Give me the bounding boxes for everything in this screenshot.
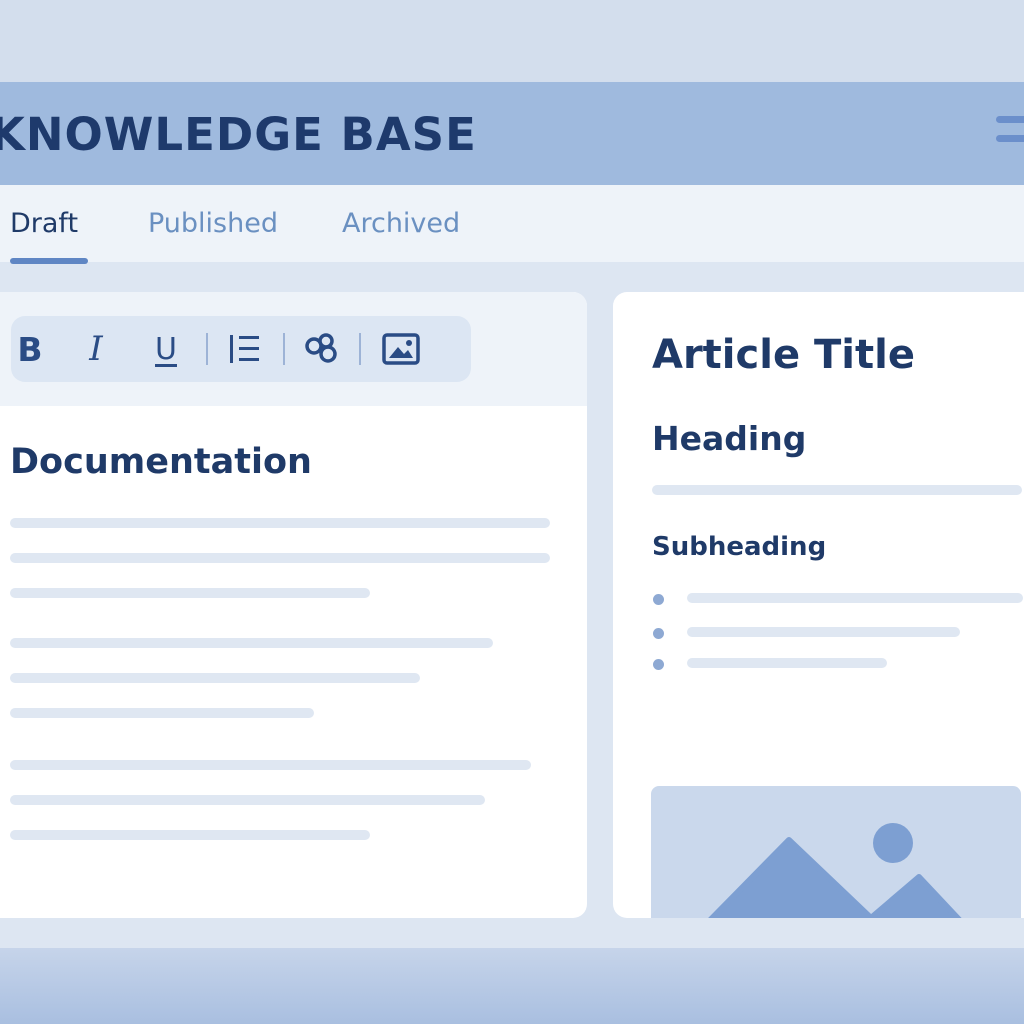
toolbar-separator: [359, 333, 361, 365]
bold-button[interactable]: B: [8, 328, 52, 370]
active-tab-indicator: [10, 258, 88, 264]
image-icon: [382, 333, 420, 365]
menu-button[interactable]: [996, 116, 1024, 150]
article-title: Article Title: [652, 332, 915, 378]
text-placeholder-line: [652, 485, 1022, 495]
text-placeholder-line: [10, 638, 493, 648]
tab-archived[interactable]: Archived: [342, 207, 460, 241]
toolbar-separator: [283, 333, 285, 365]
toolbar-area: B I U: [0, 292, 587, 406]
link-button[interactable]: [300, 328, 344, 370]
text-placeholder-line: [10, 588, 370, 598]
article-subheading: Subheading: [652, 532, 827, 562]
app-title: KNOWLEDGE BASE: [0, 108, 477, 161]
bold-icon: B: [17, 329, 43, 369]
text-placeholder-line: [10, 795, 485, 805]
toolbar-separator: [206, 333, 208, 365]
text-placeholder-line: [10, 673, 420, 683]
tab-bar: Draft Published Archived: [0, 185, 1024, 264]
bullet-line: [687, 658, 887, 668]
formatting-toolbar: B I U: [11, 316, 471, 382]
bullet-line: [687, 593, 1023, 603]
insert-image-button[interactable]: [379, 328, 423, 370]
image-placeholder-icon: [708, 823, 962, 918]
image-placeholder: [651, 786, 1021, 918]
hamburger-menu-icon: [996, 116, 1024, 123]
bullet-dot: [653, 594, 664, 605]
text-placeholder-line: [10, 518, 550, 528]
text-placeholder-line: [10, 708, 314, 718]
italic-button[interactable]: I: [74, 328, 118, 370]
desktop-background: [0, 948, 1024, 1024]
app-window: KNOWLEDGE BASE Draft Published Archived …: [0, 82, 1024, 948]
hamburger-menu-icon: [996, 135, 1024, 142]
text-placeholder-line: [10, 830, 370, 840]
editor-panel: B I U Documentation: [0, 292, 587, 918]
link-icon: [305, 333, 337, 363]
bullet-line: [687, 627, 960, 637]
italic-icon: I: [89, 329, 103, 369]
list-icon: [230, 335, 259, 363]
tab-published[interactable]: Published: [148, 207, 278, 241]
app-header: KNOWLEDGE BASE: [0, 82, 1024, 185]
document-title: Documentation: [10, 442, 312, 482]
text-placeholder-line: [10, 760, 531, 770]
bullet-dot: [653, 628, 664, 639]
tab-draft[interactable]: Draft: [10, 207, 78, 241]
underline-icon: U: [155, 331, 177, 367]
bullet-dot: [653, 659, 664, 670]
article-heading: Heading: [652, 419, 807, 458]
list-button[interactable]: [223, 328, 267, 370]
underline-button[interactable]: U: [144, 328, 188, 370]
preview-panel: Article Title Heading Subheading: [613, 292, 1024, 918]
text-placeholder-line: [10, 553, 550, 563]
